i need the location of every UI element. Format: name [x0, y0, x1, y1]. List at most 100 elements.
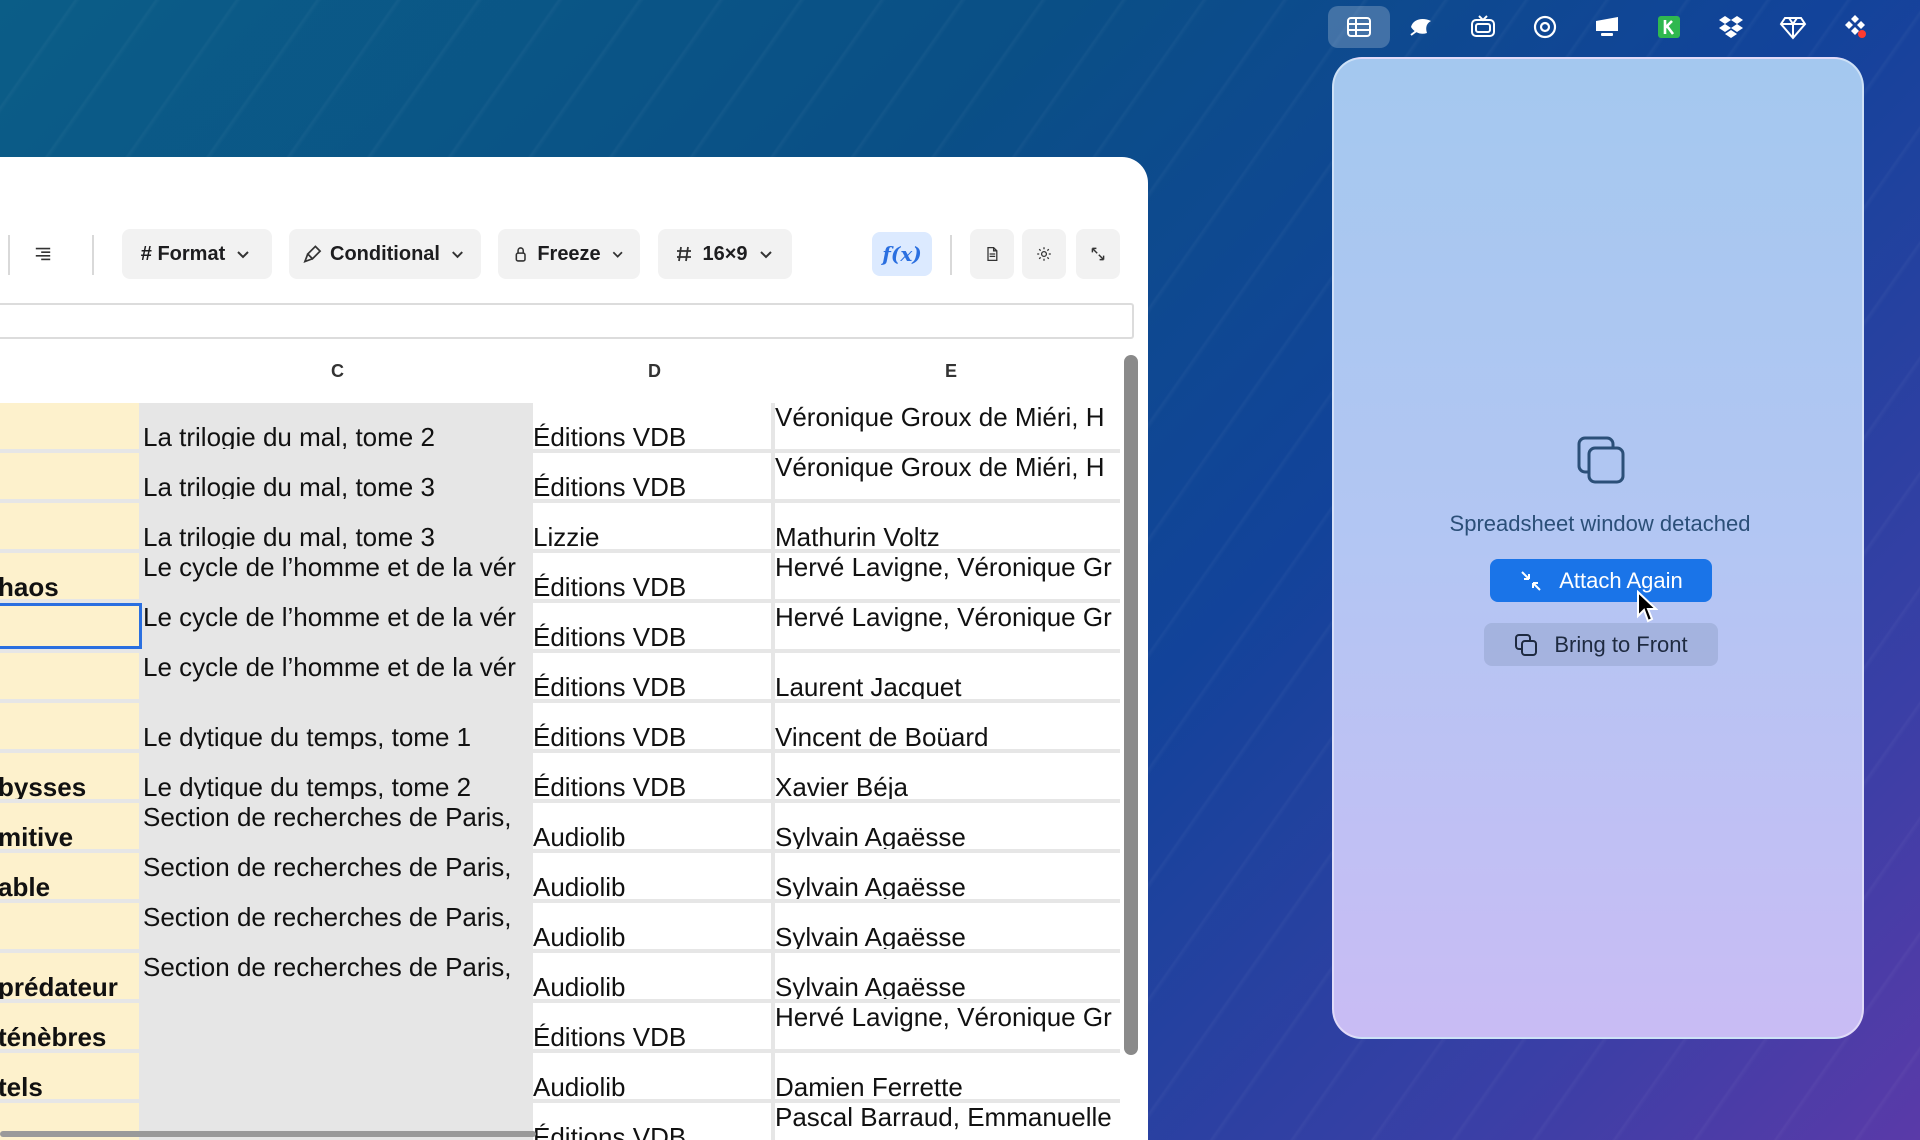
cell-e[interactable]: Sylvain Agaësse — [775, 903, 1120, 949]
row-format-button[interactable] — [20, 229, 66, 279]
grid-size-dropdown[interactable]: 16×9 — [658, 229, 792, 279]
cell-e[interactable]: Sylvain Agaësse — [775, 953, 1120, 999]
cell-text: ténèbres — [0, 1022, 107, 1049]
cell-b[interactable] — [0, 403, 143, 449]
cell-b[interactable]: ténèbres — [0, 1003, 143, 1049]
cell-b[interactable]: bysses — [0, 753, 143, 799]
cell-d[interactable]: Audiolib — [533, 803, 775, 849]
cell-text: bysses — [0, 772, 87, 799]
menubar-monitor-button[interactable] — [1576, 6, 1638, 48]
cell-b[interactable]: prédateur — [0, 953, 143, 999]
cell-d[interactable]: Éditions VDB — [533, 1103, 775, 1140]
column-header-e[interactable]: E — [945, 361, 957, 382]
attach-again-button[interactable]: Attach Again — [1490, 559, 1712, 602]
cell-e[interactable]: Damien Ferrette — [775, 1053, 1120, 1099]
cell-c[interactable]: Le cycle de l’homme et de la vér — [143, 603, 533, 649]
paintbrush-icon — [303, 245, 322, 264]
cell-e[interactable]: Pascal Barraud, Emmanuelle — [775, 1103, 1120, 1140]
cell-e[interactable]: Hervé Lavigne, Véronique Gr — [775, 1003, 1120, 1049]
expand-button[interactable] — [1076, 229, 1120, 279]
conditional-dropdown[interactable]: Conditional — [289, 229, 481, 279]
cell-d[interactable]: Éditions VDB — [533, 603, 775, 649]
cell-b[interactable] — [0, 703, 143, 749]
cell-e[interactable]: Sylvain Agaësse — [775, 803, 1120, 849]
cell-b[interactable]: mitive — [0, 803, 143, 849]
cell-c[interactable]: Le dytique du temps, tome 2 — [143, 753, 533, 799]
menubar-k-button[interactable] — [1638, 6, 1700, 48]
cell-text: Véronique Groux de Miéri, H — [775, 403, 1105, 432]
cell-c[interactable]: Le dytique du temps, tome 1 — [143, 703, 533, 749]
cell-c[interactable]: Section de recherches de Paris, — [143, 803, 533, 849]
detached-panel: Spreadsheet window detached Attach Again… — [1332, 57, 1864, 1039]
cell-c[interactable]: Section de recherches de Paris, — [143, 903, 533, 949]
cell-text: Sylvain Agaësse — [775, 972, 966, 999]
cell-b[interactable]: tels — [0, 1053, 143, 1099]
menubar-dropbox-button[interactable] — [1700, 6, 1762, 48]
vertical-scrollbar-thumb[interactable] — [1124, 355, 1138, 1055]
cell-e[interactable]: Hervé Lavigne, Véronique Gr — [775, 553, 1120, 599]
cell-d[interactable]: Éditions VDB — [533, 653, 775, 699]
cell-e[interactable]: Laurent Jacquet — [775, 653, 1120, 699]
cell-b[interactable]: able — [0, 853, 143, 899]
table-row: La trilogie du mal, tome 3 Lizzie Mathurin… — [0, 503, 1120, 553]
cell-b[interactable]: haos — [0, 553, 143, 599]
bring-to-front-button[interactable]: Bring to Front — [1484, 623, 1718, 666]
cell-e[interactable]: Véronique Groux de Miéri, H — [775, 453, 1120, 499]
table-row: mitive Section de recherches de Paris, Aud… — [0, 803, 1120, 853]
menubar-spreadsheet-button[interactable] — [1328, 6, 1390, 48]
cell-d[interactable]: Lizzie — [533, 503, 775, 549]
cell-b[interactable] — [0, 603, 143, 649]
formula-input[interactable] — [0, 303, 1134, 339]
cell-e[interactable]: Sylvain Agaësse — [775, 853, 1120, 899]
cell-d[interactable]: Éditions VDB — [533, 553, 775, 599]
cell-d[interactable]: Éditions VDB — [533, 453, 775, 499]
cell-b[interactable] — [0, 653, 143, 699]
cell-c[interactable] — [143, 1003, 533, 1049]
cell-c[interactable]: La trilogie du mal, tome 3 — [143, 453, 533, 499]
cell-text: Le cycle de l’homme et de la vér — [143, 603, 516, 632]
cell-b[interactable] — [0, 453, 143, 499]
cell-e[interactable]: Xavier Béja — [775, 753, 1120, 799]
menubar-gem-button[interactable] — [1762, 6, 1824, 48]
cell-e[interactable]: Mathurin Voltz — [775, 503, 1120, 549]
cell-text: Le dytique du temps, tome 1 — [143, 722, 472, 749]
cell-c[interactable]: Section de recherches de Paris, — [143, 953, 533, 999]
cell-c[interactable] — [143, 1053, 533, 1099]
cell-d[interactable]: Audiolib — [533, 1053, 775, 1099]
menubar-tv-button[interactable] — [1452, 6, 1514, 48]
cell-c[interactable]: Le cycle de l’homme et de la vér — [143, 553, 533, 599]
cell-c[interactable]: Section de recherches de Paris, — [143, 853, 533, 899]
document-button[interactable] — [970, 229, 1014, 279]
menubar-figma-button[interactable] — [1824, 6, 1886, 48]
cell-text: Éditions VDB — [533, 772, 687, 799]
horizontal-scrollbar-thumb[interactable] — [0, 1131, 536, 1137]
cell-d[interactable]: Éditions VDB — [533, 753, 775, 799]
monitor-icon — [1596, 17, 1618, 36]
cell-c[interactable]: La trilogie du mal, tome 3 — [143, 503, 533, 549]
settings-button[interactable] — [1022, 229, 1066, 279]
cell-d[interactable]: Éditions VDB — [533, 1003, 775, 1049]
cell-e[interactable]: Hervé Lavigne, Véronique Gr — [775, 603, 1120, 649]
cell-c[interactable]: La trilogie du mal, tome 2 — [143, 403, 533, 449]
cell-d[interactable]: Éditions VDB — [533, 703, 775, 749]
cell-d[interactable]: Audiolib — [533, 853, 775, 899]
formula-button[interactable]: f(x) — [872, 232, 932, 276]
cell-b[interactable] — [0, 903, 143, 949]
tv-icon — [1471, 15, 1495, 37]
cell-d[interactable]: Audiolib — [533, 903, 775, 949]
format-dropdown[interactable]: # Format — [122, 229, 272, 279]
vertical-scrollbar[interactable] — [1120, 355, 1140, 1115]
column-header-c[interactable]: C — [331, 361, 344, 382]
cell-d[interactable]: Audiolib — [533, 953, 775, 999]
cell-e[interactable]: Vincent de Boüard — [775, 703, 1120, 749]
freeze-dropdown[interactable]: Freeze — [498, 229, 640, 279]
cell-c[interactable]: Le cycle de l’homme et de la vér — [143, 653, 533, 699]
column-header-d[interactable]: D — [648, 361, 661, 382]
cell-e[interactable]: Véronique Groux de Miéri, H — [775, 403, 1120, 449]
menubar-at-button[interactable] — [1514, 6, 1576, 48]
cell-d[interactable]: Éditions VDB — [533, 403, 775, 449]
menubar-leaf-button[interactable] — [1390, 6, 1452, 48]
cell-b[interactable] — [0, 503, 143, 549]
fx-label: f(x) — [882, 242, 922, 266]
cell-text: Hervé Lavigne, Véronique Gr — [775, 1003, 1112, 1032]
